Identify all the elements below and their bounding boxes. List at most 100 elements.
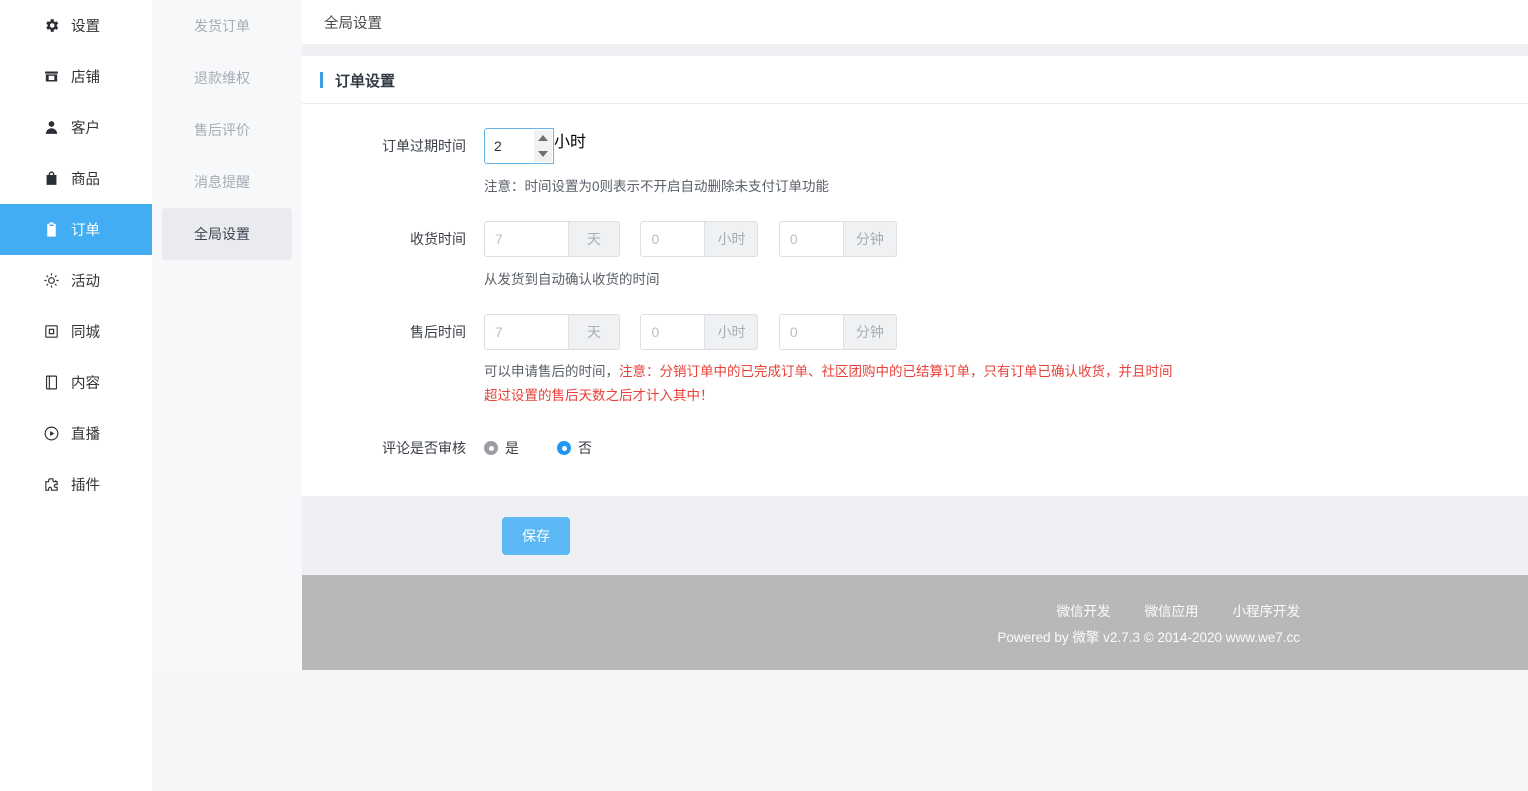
subnav-item-label: 发货订单 [194,18,250,34]
form-row-order-expire: 订单过期时间 小时 注意：时间设置为 [302,128,1528,199]
review-audit-radio-group: 是 否 [484,430,1528,466]
receive-days-unit: 天 [568,221,620,257]
sidebar-item-goods[interactable]: 商品 [0,153,152,204]
receive-hours-unit: 小时 [704,221,759,257]
radio-icon-yes[interactable] [484,441,498,455]
footer-link-wechat-app[interactable]: 微信应用 [1145,600,1199,620]
aftersale-hint-normal: 可以申请售后的时间， [484,364,619,379]
aftersale-hours-group: 小时 [640,314,759,350]
page-header: 全局设置 [302,0,1528,44]
action-bar: 保存 [302,496,1528,575]
footer-links: 微信开发 微信应用 小程序开发 [1057,600,1301,620]
receive-minutes-unit: 分钟 [842,221,897,257]
stepper-up-icon[interactable] [538,135,548,141]
receive-time-label: 收货时间 [410,231,466,247]
order-settings-card: 订单设置 订单过期时间 2 小时 注意：时间设置为0则表示不开启自动删除未支付订… [302,56,1528,496]
order-expire-spinner[interactable] [484,128,554,164]
page-title: 全局设置 [324,15,382,32]
subnav-item-refund-rights[interactable]: 退款维权 [162,52,292,104]
main-content: 全局设置 订单设置 订单过期时间 2 小时 注意：时间设置为0则表示不开启自动删… [302,0,1528,791]
sidebar-item-label: 客户 [71,121,100,137]
sidebar-item-label: 商品 [71,172,100,188]
footer-link-miniprogram-dev[interactable]: 小程序开发 [1233,600,1301,620]
card-header: 订单设置 [302,57,1528,104]
row-spacer [302,292,1528,314]
row-spacer [302,199,1528,221]
subnav-item-label: 全局设置 [194,226,250,242]
sidebar-item-label: 内容 [71,376,100,392]
sidebar-item-activity[interactable]: 活动 [0,255,152,306]
sidebar-item-label: 插件 [71,478,100,494]
city-icon [42,323,60,341]
sun-icon [42,272,60,290]
radio-icon-no[interactable] [557,441,571,455]
header-divider-strip [302,44,1528,56]
sidebar-item-orders[interactable]: 订单 [0,204,152,255]
aftersale-days-input[interactable] [484,314,568,350]
order-expire-stepper[interactable] [534,130,552,162]
gear-icon [42,17,60,35]
subnav-item-message-alerts[interactable]: 消息提醒 [162,156,292,208]
accent-bar [320,72,323,88]
receive-hours-group: 小时 [640,221,759,257]
sidebar-item-city[interactable]: 同城 [0,306,152,357]
sidebar-item-live[interactable]: 直播 [0,408,152,459]
subnav-item-global-settings[interactable]: 全局设置 [162,208,292,260]
sidebar-item-plugins[interactable]: 插件 [0,459,152,510]
order-expire-unit: 小时 [554,134,587,151]
receive-hours-input[interactable] [640,221,705,257]
play-circle-icon [42,425,60,443]
user-icon [42,119,60,137]
sidebar-item-label: 活动 [71,274,100,290]
aftersale-hours-input[interactable] [640,314,705,350]
book-icon [42,374,60,392]
sidebar-item-label: 同城 [71,325,100,341]
form-row-aftersale-time: 售后时间 天 小时 分钟 [302,314,1528,408]
review-audit-option-no[interactable]: 否 [557,438,592,458]
stepper-down-icon[interactable] [538,151,548,157]
subnav-item-shipped-orders[interactable]: 发货订单 [162,0,292,52]
review-audit-label: 评论是否审核 [382,440,466,456]
subnav-item-aftersale-review[interactable]: 售后评价 [162,104,292,156]
review-audit-option-yes[interactable]: 是 [484,438,519,458]
order-expire-hint: 注意：时间设置为0则表示不开启自动删除未支付订单功能 [484,179,830,194]
receive-days-input[interactable] [484,221,568,257]
aftersale-days-group: 天 [484,314,620,350]
receive-days-group: 天 [484,221,620,257]
shop-icon [42,68,60,86]
order-expire-input[interactable] [485,130,529,162]
sidebar-item-content[interactable]: 内容 [0,357,152,408]
page-background-filler [302,670,1528,788]
subnav-item-label: 售后评价 [194,122,250,138]
page-footer: 微信开发 微信应用 小程序开发 Powered by 微擎 v2.7.3 © 2… [302,575,1528,670]
sidebar-item-settings[interactable]: 设置 [0,0,152,51]
secondary-sidebar: 发货订单 退款维权 售后评价 消息提醒 全局设置 [152,0,302,673]
subnav-bottom-filler [152,673,302,791]
card-body: 订单过期时间 小时 注意：时间设置为 [302,104,1528,496]
receive-time-hint: 从发货到自动确认收货的时间 [484,272,660,287]
aftersale-minutes-input[interactable] [778,314,843,350]
aftersale-time-label: 售后时间 [410,324,466,340]
order-expire-input-group: 小时 [484,128,586,164]
bag-icon [42,170,60,188]
sidebar-item-label: 订单 [71,223,100,239]
sidebar-item-label: 直播 [71,427,100,443]
aftersale-minutes-group: 分钟 [778,314,897,350]
sidebar-item-shop[interactable]: 店铺 [0,51,152,102]
receive-minutes-input[interactable] [778,221,843,257]
receive-minutes-group: 分钟 [778,221,897,257]
sidebar-item-label: 店铺 [71,70,100,86]
footer-link-wechat-dev[interactable]: 微信开发 [1057,600,1111,620]
subnav-item-label: 退款维权 [194,70,250,86]
aftersale-days-unit: 天 [568,314,620,350]
save-button[interactable]: 保存 [502,516,570,555]
aftersale-minutes-unit: 分钟 [842,314,897,350]
clipboard-icon [42,221,60,239]
aftersale-hours-unit: 小时 [704,314,759,350]
sidebar-item-label: 设置 [71,19,100,35]
primary-sidebar: 设置 店铺 客户 商品 订单 活动 同城 内容 直播 插件 [0,0,152,791]
card-title: 订单设置 [335,72,396,90]
review-audit-no-label: 否 [578,440,592,456]
sidebar-item-customer[interactable]: 客户 [0,102,152,153]
form-row-receive-time: 收货时间 天 小时 分钟 [302,221,1528,292]
